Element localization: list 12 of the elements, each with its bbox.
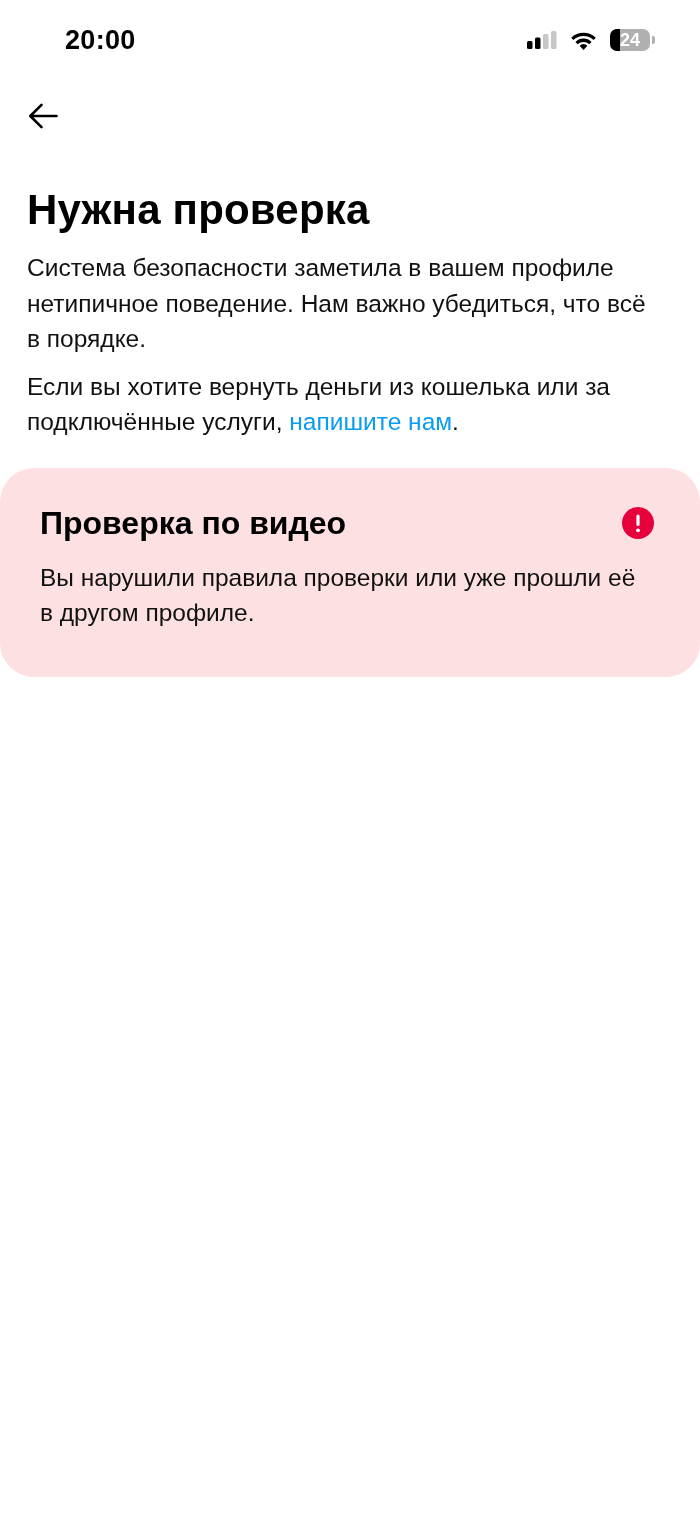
write-to-us-link[interactable]: напишите нам [289,408,453,435]
card-text: Вы нарушили правила проверки или уже прошли её в другом профиле. [40,562,637,628]
description-text: Система безопасности заметила в вашем профиле нетипичное поведение. Нам важно убедиться, что всё в порядке. [27,253,647,354]
description-text: Если вы хотите вернуть деньги из кошелька или за подключённые услуги, напишите нам. [27,371,611,437]
wifi-icon [570,30,597,50]
page-title: Нужна проверка [27,185,371,235]
status-time: 20:00 [65,24,136,56]
exclamation-icon [622,506,654,539]
card-title: Проверка по видео [40,503,347,543]
signal-icon [527,31,557,49]
back-arrow-icon [28,103,58,129]
battery-percentage: 24 [620,29,640,51]
